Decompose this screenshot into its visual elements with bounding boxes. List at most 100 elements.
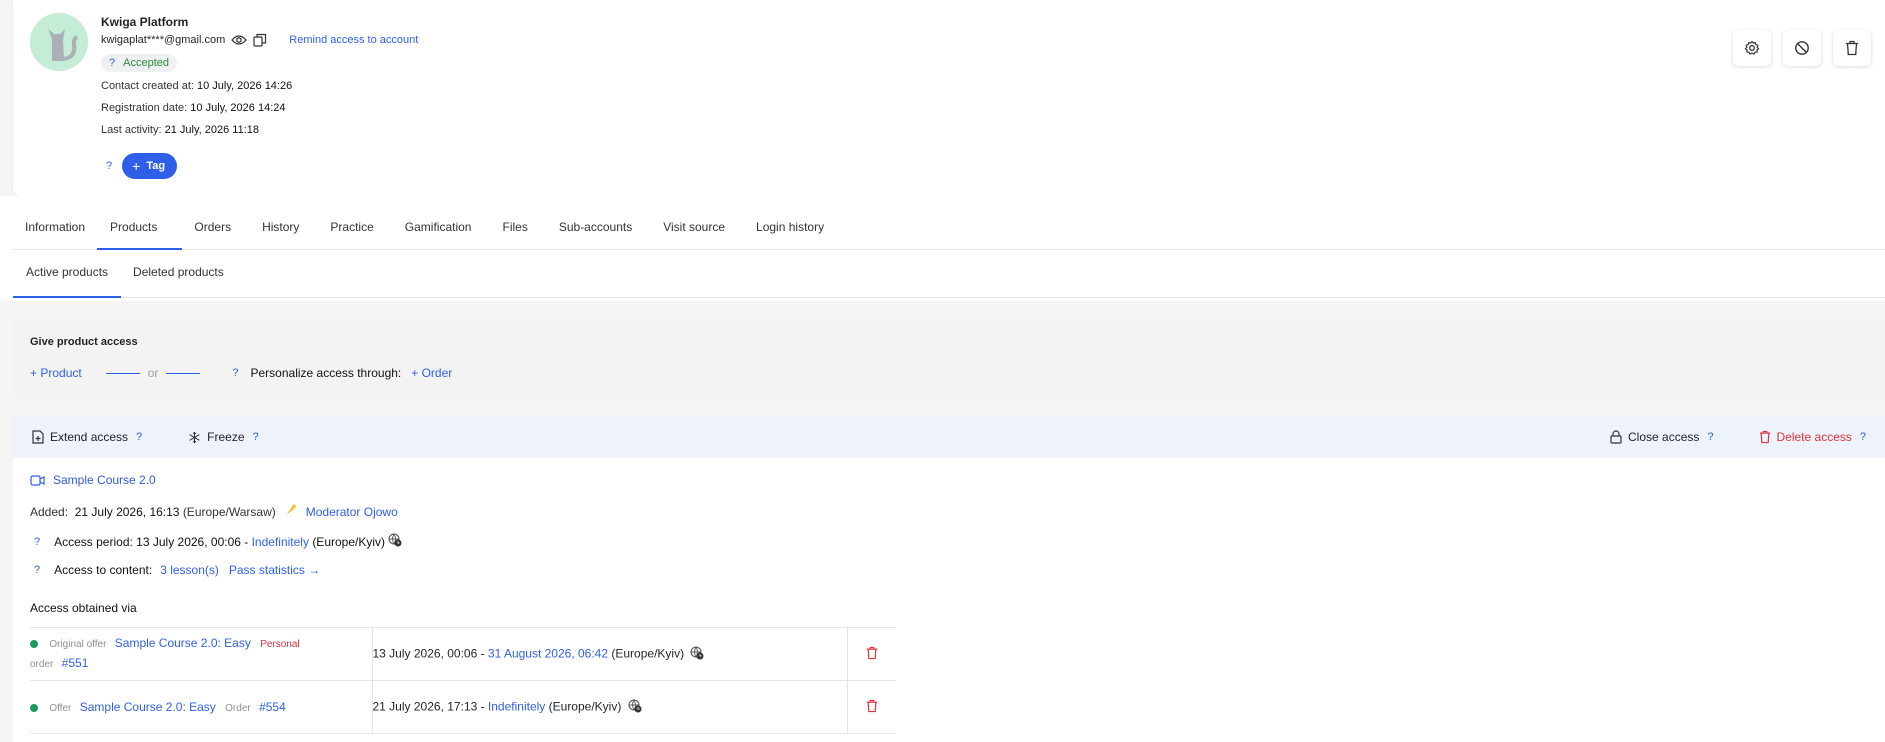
globe-clock-icon[interactable]	[690, 645, 704, 663]
freeze-help-icon[interactable]: ?	[253, 431, 259, 443]
period-cell: 13 July 2026, 00:06 - 31 August 2026, 06…	[371, 627, 847, 681]
order-link[interactable]: #554	[259, 700, 286, 714]
or-divider: or	[105, 366, 201, 380]
add-product-link[interactable]: + Product	[30, 366, 82, 380]
plus-icon: +	[132, 158, 141, 174]
remind-access-link[interactable]: Remind access to account	[289, 34, 418, 46]
settings-button[interactable]	[1733, 30, 1771, 66]
access-period-timezone: (Europe/Kyiv)	[312, 534, 386, 549]
add-tag-button[interactable]: + Tag	[122, 153, 178, 179]
contact-created-label: Contact created at:	[101, 80, 194, 92]
status-dot	[30, 703, 38, 712]
trash-icon	[1846, 40, 1858, 56]
or-text: or	[147, 366, 159, 380]
contact-created-value: 10 July, 2026 14:26	[197, 80, 293, 92]
tab-history[interactable]: History	[243, 218, 311, 250]
main-tabs: Information Products Orders History Prac…	[13, 218, 1885, 250]
personalize-help-icon[interactable]: ?	[232, 367, 238, 379]
cat-avatar-icon	[30, 13, 88, 71]
trash-icon[interactable]	[866, 699, 878, 713]
add-tag-label: Tag	[146, 160, 166, 172]
lessons-link[interactable]: 3 lesson(s)	[160, 563, 219, 577]
tab-practice[interactable]: Practice	[311, 218, 385, 250]
tab-orders[interactable]: Orders	[182, 218, 243, 250]
close-access-button[interactable]: Close access ?	[1610, 430, 1714, 444]
avatar	[30, 13, 88, 71]
last-activity-row: Last activity: 21 July, 2026 11:18	[101, 124, 259, 136]
give-access-panel: Give product access + Product or ? Perso…	[13, 318, 1885, 398]
delete-access-label: Delete access	[1776, 430, 1852, 444]
give-access-row: + Product or ? Personalize access throug…	[30, 366, 452, 380]
tab-information[interactable]: Information	[13, 218, 97, 250]
order-link[interactable]: #551	[62, 656, 89, 670]
personal-badge: Personal	[260, 639, 300, 650]
period-timezone: (Europe/Kyiv)	[548, 699, 622, 714]
added-timezone: (Europe/Warsaw)	[182, 504, 276, 519]
access-period-help-icon[interactable]: ?	[34, 536, 40, 548]
course-title-link[interactable]: Sample Course 2.0	[53, 473, 156, 487]
added-value: 21 July 2026, 16:13	[74, 504, 180, 519]
table-row: Offer Sample Course 2.0: Easy Order #554…	[30, 680, 896, 734]
personalize-label: Personalize access through:	[250, 366, 402, 380]
access-toolbar: Extend access ? Freeze ? Close access ? …	[13, 416, 1885, 458]
copy-icon[interactable]	[253, 33, 267, 47]
registration-label: Registration date:	[101, 102, 188, 114]
course-title-row: Sample Course 2.0	[30, 473, 156, 487]
eye-icon[interactable]	[231, 34, 248, 46]
profile-actions	[1721, 30, 1871, 66]
offer-link[interactable]: Sample Course 2.0: Easy	[80, 700, 216, 714]
tab-files[interactable]: Files	[483, 218, 539, 250]
extend-access-label: Extend access	[50, 430, 129, 444]
email-row: kwigaplat****@gmail.com Remind access to…	[101, 33, 418, 47]
delete-contact-button[interactable]	[1833, 30, 1871, 66]
extend-access-button[interactable]: Extend access ?	[32, 430, 142, 444]
period-end-link[interactable]: Indefinitely	[488, 699, 545, 713]
offer-link[interactable]: Sample Course 2.0: Easy	[115, 636, 251, 650]
period-cell: 21 July 2026, 17:13 - Indefinitely (Euro…	[371, 680, 847, 734]
access-section: Extend access ? Freeze ? Close access ? …	[13, 416, 1885, 742]
added-row: Added: 21 July 2026, 16:13 (Europe/Warsa…	[30, 503, 398, 520]
period-start: 13 July 2026, 00:06 -	[372, 646, 485, 661]
subtab-deleted-products[interactable]: Deleted products	[121, 263, 236, 298]
status-text: Accepted	[123, 57, 169, 69]
freeze-button[interactable]: Freeze ?	[188, 430, 259, 444]
registration-row: Registration date: 10 July, 2026 14:24	[101, 102, 285, 114]
offers-table: Original offer Sample Course 2.0: Easy P…	[30, 627, 896, 734]
tab-login-history[interactable]: Login history	[737, 218, 836, 250]
status-dot	[30, 639, 38, 648]
delete-access-button[interactable]: Delete access ?	[1759, 430, 1866, 444]
tab-gamification[interactable]: Gamification	[386, 218, 484, 250]
globe-clock-icon[interactable]	[388, 533, 402, 550]
tab-products[interactable]: Products	[97, 218, 183, 250]
access-period-end-link[interactable]: Indefinitely	[252, 535, 309, 549]
period-end-link[interactable]: 31 August 2026, 06:42	[488, 646, 608, 660]
access-content-label: Access to content:	[54, 563, 153, 577]
pass-statistics-link[interactable]: Pass statistics →	[229, 563, 320, 577]
registration-value: 10 July, 2026 14:24	[190, 102, 286, 114]
access-content-help-icon[interactable]: ?	[34, 564, 40, 576]
extend-help-icon[interactable]: ?	[136, 431, 142, 443]
tags-help-icon[interactable]: ?	[106, 160, 112, 172]
tabs-area: Information Products Orders History Prac…	[0, 196, 1885, 301]
access-period-row: ? Access period: 13 July 2026, 00:06 - I…	[30, 533, 402, 550]
status-badge: ? Accepted	[101, 54, 177, 72]
lock-icon	[1610, 430, 1622, 444]
tab-sub-accounts[interactable]: Sub-accounts	[540, 218, 644, 250]
last-activity-value: 21 July, 2026 11:18	[164, 124, 259, 136]
trash-icon	[1759, 430, 1770, 444]
close-help-icon[interactable]: ?	[1707, 431, 1713, 443]
block-button[interactable]	[1783, 30, 1821, 66]
access-period-start: 13 July 2026, 00:06 -	[136, 534, 249, 549]
delete-help-icon[interactable]: ?	[1860, 431, 1866, 443]
access-content-row: ? Access to content: 3 lesson(s) Pass st…	[30, 563, 320, 577]
subtab-active-products[interactable]: Active products	[13, 263, 122, 298]
access-period-label: Access period:	[54, 534, 133, 549]
globe-clock-icon[interactable]	[628, 698, 642, 716]
give-access-title: Give product access	[30, 336, 138, 348]
status-help-icon[interactable]: ?	[109, 57, 115, 69]
tab-visit-source[interactable]: Visit source	[644, 218, 737, 250]
trash-icon[interactable]	[866, 646, 878, 660]
add-order-link[interactable]: + Order	[411, 366, 452, 380]
moderator-link[interactable]: Moderator Ojowo	[306, 505, 398, 519]
freeze-label: Freeze	[207, 430, 245, 444]
